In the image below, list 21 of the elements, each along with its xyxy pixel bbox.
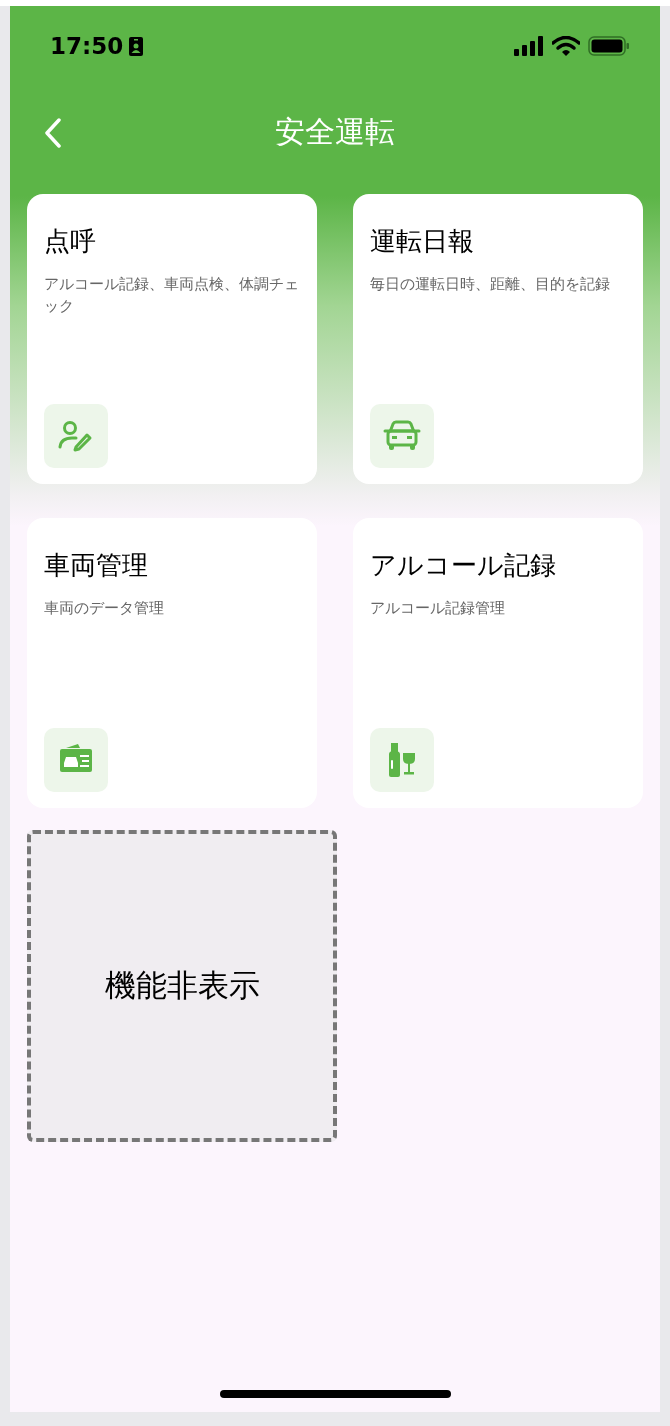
id-badge-icon — [129, 36, 144, 56]
page-title: 安全運転 — [275, 112, 395, 151]
card-description: 毎日の運転日時、距離、目的を記録 — [370, 274, 611, 295]
feature-card[interactable]: 車両管理 車両のデータ管理 — [27, 518, 317, 808]
wifi-icon — [552, 36, 580, 56]
feature-card[interactable]: 点呼 アルコール記録、車両点検、体調チェック — [27, 194, 317, 484]
card-title: 点呼 — [44, 225, 97, 258]
battery-icon — [588, 36, 630, 56]
back-icon — [44, 118, 62, 148]
card-description: アルコール記録、車両点検、体調チェック — [44, 274, 300, 317]
card-title: 車両管理 — [44, 549, 149, 582]
feature-card[interactable]: アルコール記録 アルコール記録管理 — [353, 518, 643, 808]
card-title: 運転日報 — [370, 225, 475, 258]
hidden-feature-tile[interactable]: 機能非表示 — [27, 830, 337, 1142]
status-time: 17:50 — [50, 33, 124, 59]
card-description: アルコール記録管理 — [370, 598, 506, 619]
card-title: アルコール記録 — [370, 549, 557, 582]
tile-label: 機能非表示 — [104, 966, 260, 1005]
feature-card[interactable]: 運転日報 毎日の運転日時、距離、目的を記録 — [353, 194, 643, 484]
card-description: 車両のデータ管理 — [44, 598, 165, 619]
signal-icon — [514, 36, 544, 56]
